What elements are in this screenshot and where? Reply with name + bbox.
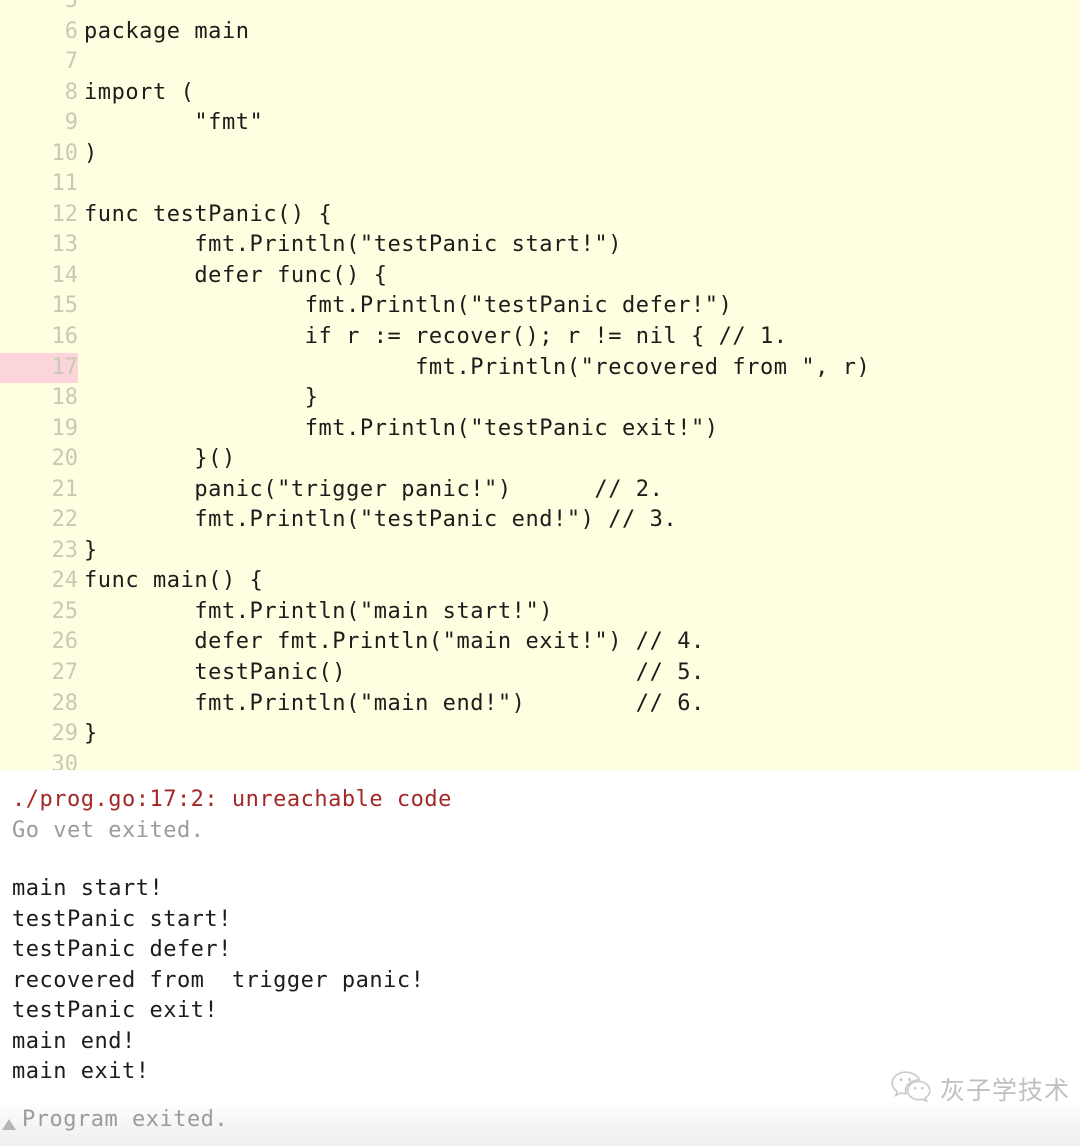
- line-number: 16: [51, 324, 79, 350]
- line-number: 29: [51, 721, 79, 747]
- code-line-text: fmt.Println("testPanic end!") // 3.: [84, 507, 678, 533]
- code-line-text: func main() {: [84, 568, 264, 594]
- line-number: 8: [64, 79, 78, 105]
- code-line-text: }: [84, 537, 98, 563]
- line-number: 25: [51, 598, 79, 624]
- code-line-text: import (: [84, 79, 195, 105]
- code-line[interactable]: 17 fmt.Println("recovered from ", r): [0, 352, 1080, 384]
- program-exit-bar: Program exited.: [0, 1100, 1080, 1146]
- code-line[interactable]: 8 import (: [0, 78, 1080, 109]
- program-exit-status: Program exited.: [22, 1107, 229, 1132]
- line-number: 13: [51, 232, 79, 258]
- line-number: 19: [51, 415, 79, 441]
- code-line[interactable]: 23}: [0, 536, 1080, 567]
- code-line[interactable]: 30: [0, 750, 1080, 770]
- code-line[interactable]: 26 defer fmt.Println("main exit!") // 4.: [0, 627, 1080, 658]
- code-line-text: package main: [84, 18, 250, 44]
- code-line-text: defer func() {: [84, 262, 388, 288]
- code-line-text: panic("trigger panic!") // 2.: [84, 476, 664, 502]
- line-number: 22: [51, 507, 79, 533]
- code-line[interactable]: 22 fmt.Println("testPanic end!") // 3.: [0, 505, 1080, 536]
- code-line[interactable]: 12 func testPanic() {: [0, 200, 1080, 231]
- code-line-text: testPanic() // 5.: [84, 660, 705, 686]
- triangle-marker-icon: [2, 1119, 16, 1130]
- code-line[interactable]: 6 package main: [0, 17, 1080, 48]
- code-line[interactable]: 19 fmt.Println("testPanic exit!"): [0, 414, 1080, 445]
- stdout-line: main end!: [12, 1028, 136, 1054]
- code-editor-pane[interactable]: 5 6 package main 7 8 import (9 "fmt" 10) 11 12 fu…: [0, 0, 1080, 770]
- line-number: 11: [51, 171, 79, 197]
- line-number: 21: [51, 476, 79, 502]
- line-number: 15: [51, 293, 79, 319]
- code-line-text: fmt.Println("main end!") // 6.: [84, 690, 705, 716]
- code-line-text: defer fmt.Println("main exit!") // 4.: [84, 629, 705, 655]
- console-output-pane: ./prog.go:17:2: unreachable code Go vet …: [0, 770, 1080, 1146]
- code-line-text: fmt.Println("recovered from ", r): [84, 354, 871, 380]
- line-number: 6: [64, 18, 78, 44]
- stdout-line: testPanic start!: [12, 906, 232, 932]
- code-line[interactable]: 21 panic("trigger panic!") // 2.: [0, 475, 1080, 506]
- line-number: 7: [64, 49, 78, 75]
- line-number: 18: [51, 385, 79, 411]
- line-number: 30: [51, 751, 79, 770]
- stdout-line: recovered from trigger panic!: [12, 967, 425, 993]
- code-line-text: ): [84, 140, 98, 166]
- line-number: 26: [51, 629, 79, 655]
- stdout-line: testPanic exit!: [12, 998, 219, 1023]
- stdout-line: testPanic defer!: [12, 937, 232, 962]
- code-line[interactable]: 15 fmt.Println("testPanic defer!"): [0, 291, 1080, 322]
- line-number: 10: [51, 140, 79, 166]
- line-number: 28: [51, 690, 79, 716]
- code-line[interactable]: 27 testPanic() // 5.: [0, 658, 1080, 689]
- line-number: 24: [51, 568, 79, 594]
- code-line-text: }: [84, 721, 98, 747]
- line-number: 23: [51, 537, 79, 563]
- code-line[interactable]: 14 defer func() {: [0, 261, 1080, 292]
- line-number: 9: [64, 110, 78, 136]
- go-vet-block: ./prog.go:17:2: unreachable code Go vet …: [0, 770, 1080, 846]
- stdout-line: main start!: [12, 876, 164, 901]
- line-number: 14: [51, 262, 79, 288]
- code-line[interactable]: 28 fmt.Println("main end!") // 6.: [0, 689, 1080, 720]
- code-line-text: fmt.Println("main start!"): [84, 598, 554, 624]
- line-number: 20: [51, 446, 79, 472]
- line-number: 27: [51, 660, 79, 686]
- code-line-text: if r := recover(); r != nil { // 1.: [84, 324, 788, 350]
- code-line[interactable]: 9 "fmt": [0, 108, 1080, 139]
- code-line-text: }: [84, 385, 319, 411]
- code-line-text: }(): [84, 446, 236, 472]
- code-line[interactable]: 20 }(): [0, 444, 1080, 475]
- vet-error-message: ./prog.go:17:2: unreachable code: [12, 787, 452, 812]
- stdout-line: main exit!: [12, 1059, 150, 1084]
- code-line[interactable]: 18 }: [0, 383, 1080, 414]
- code-line[interactable]: 10): [0, 139, 1080, 170]
- vet-status-message: Go vet exited.: [12, 817, 205, 843]
- code-line-text: "fmt": [84, 110, 264, 136]
- code-line[interactable]: 24 func main() {: [0, 566, 1080, 597]
- code-line[interactable]: 13 fmt.Println("testPanic start!"): [0, 230, 1080, 261]
- line-number: 5: [64, 0, 78, 13]
- code-line[interactable]: 11: [0, 169, 1080, 200]
- line-number: 17: [0, 352, 78, 384]
- code-line-text: fmt.Println("testPanic start!"): [84, 232, 623, 258]
- code-line[interactable]: 29}: [0, 719, 1080, 750]
- code-line-text: fmt.Println("testPanic exit!"): [84, 415, 719, 441]
- code-line[interactable]: 7: [0, 47, 1080, 78]
- code-line[interactable]: 25 fmt.Println("main start!"): [0, 597, 1080, 628]
- code-line-text: fmt.Println("testPanic defer!"): [84, 293, 733, 319]
- line-number: 12: [51, 201, 79, 227]
- code-line[interactable]: 16 if r := recover(); r != nil { // 1.: [0, 322, 1080, 353]
- code-line-text: func testPanic() {: [84, 201, 333, 227]
- program-stdout-block: main start! testPanic start! testPanic def…: [0, 846, 1080, 1088]
- code-line[interactable]: 5: [0, 0, 1080, 17]
- code-line-list: 5 6 package main 7 8 import (9 "fmt" 10) 11 12 fu…: [0, 0, 1080, 770]
